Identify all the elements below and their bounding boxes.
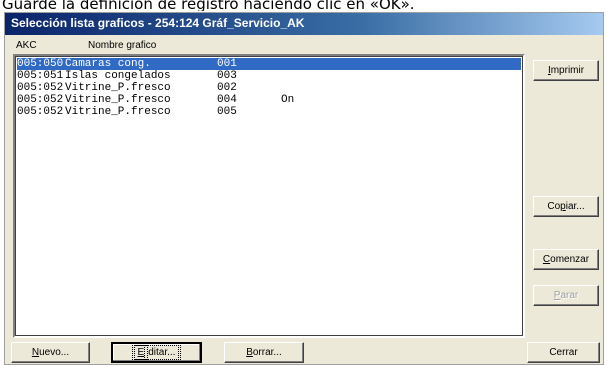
list-item[interactable]: 005:051 Islas congelados 003 [17,70,521,82]
editar-label: Editar... [131,345,182,360]
imprimir-label-rest: mprimir [550,65,585,76]
parar-label: Parar [554,290,578,301]
nuevo-mnemonic: N [31,347,40,358]
nuevo-button[interactable]: Nuevo... [11,342,90,363]
list-item-num: 003 [217,70,237,82]
title-bar[interactable]: Selección lista graficos - 254:124 Gráf_… [5,13,603,35]
list-item-status: On [281,94,295,106]
borrar-mnemonic: B [246,347,253,358]
comenzar-button[interactable]: Comenzar [533,249,599,270]
list-item-num: 005 [217,106,237,118]
parar-button[interactable]: Parar [533,285,599,306]
cerrar-label: Cerrar [549,347,578,358]
copiar-label-rest: iar... [565,201,585,212]
list-item-akc: 005:052 [17,82,64,94]
list-item-name: Vitrine_P.fresco [65,82,171,94]
column-header-akc: AKC [16,40,37,51]
window-title: Selección lista graficos - 254:124 Gráf_… [11,16,305,30]
list-item-name: Vitrine_P.fresco [65,106,171,118]
borrar-label-rest: orrar... [252,347,282,358]
column-header-nombre-grafico: Nombre grafico [88,40,157,51]
comenzar-label-rest: omenzar [550,254,590,265]
page-caption: Guarde la definición de registro haciend… [2,0,415,11]
list-item-akc: 005:050 [17,58,64,70]
list-item-num: 001 [217,58,237,70]
copiar-label: Copiar... [547,201,584,212]
list-item-num: 004 [217,94,237,106]
editar-label-rest: ditar... [144,345,180,360]
list-item-name: Vitrine_P.fresco [65,94,171,106]
editar-mnemonic: E [133,345,149,360]
parar-label-rest: arar [560,290,579,301]
list-item[interactable]: 005:050 Camaras cong. 001 [17,58,521,70]
copiar-label-start: Co [547,201,561,212]
imprimir-button[interactable]: Imprimir [533,60,599,81]
nuevo-label-rest: uevo... [39,347,70,358]
graphics-list[interactable]: 005:050 Camaras cong. 001 005:051 Islas cong… [13,54,525,338]
list-item-name: Camaras cong. [65,58,151,70]
list-item-akc: 005:052 [17,94,64,106]
list-item[interactable]: 005:052 Vitrine_P.fresco 005 [17,106,521,118]
list-item[interactable]: 005:052 Vitrine_P.fresco 004 On [17,94,521,106]
list-item-akc: 005:052 [17,106,64,118]
borrar-label: Borrar... [246,347,282,358]
dialog-window: Selección lista graficos - 254:124 Gráf_… [4,12,604,365]
list-item-num: 002 [217,82,237,94]
list-item-name: Islas congelados [65,70,171,82]
copiar-button[interactable]: Copiar... [533,196,599,217]
imprimir-label: Imprimir [548,65,584,76]
comenzar-label: Comenzar [543,254,589,265]
list-item[interactable]: 005:052 Vitrine_P.fresco 002 [17,82,521,94]
list-item-akc: 005:051 [17,70,64,82]
cerrar-button[interactable]: Cerrar [527,342,600,363]
nuevo-label: Nuevo... [32,347,69,358]
editar-button[interactable]: Editar... [111,342,202,363]
borrar-button[interactable]: Borrar... [224,342,304,363]
